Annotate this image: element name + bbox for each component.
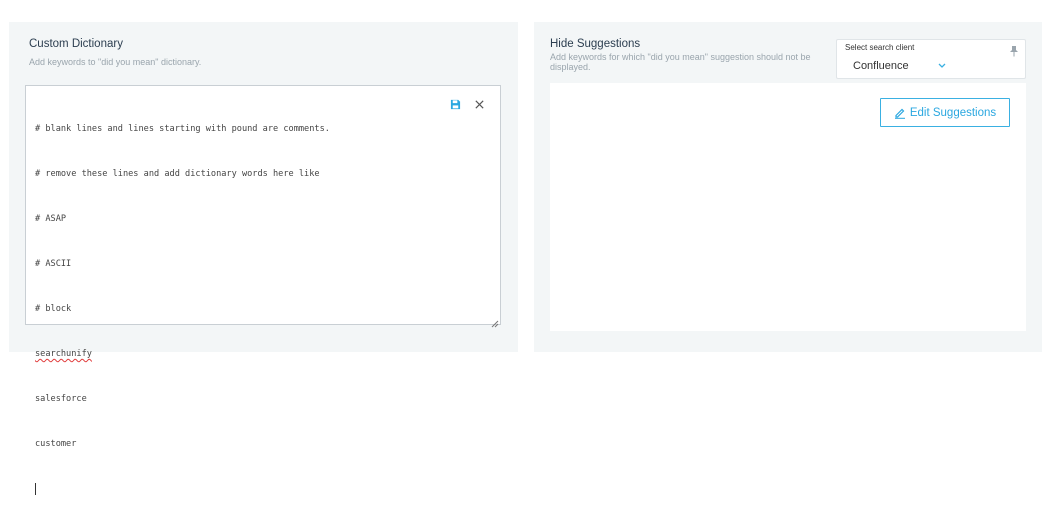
editor-actions — [450, 99, 486, 111]
editor-line: # remove these lines and add dictionary … — [35, 169, 320, 179]
hide-suggestions-description: Add keywords for which "did you mean" su… — [550, 52, 811, 72]
suggestions-content: Edit Suggestions — [550, 83, 1026, 331]
edit-suggestions-label: Edit Suggestions — [909, 106, 997, 119]
pencil-icon — [894, 107, 906, 119]
save-icon[interactable] — [450, 99, 462, 111]
editor-line: customer — [35, 439, 77, 449]
text-caret — [35, 482, 36, 495]
search-client-label: Select search client — [845, 43, 915, 52]
search-client-value: Confluence — [853, 60, 909, 72]
custom-dictionary-panel: Custom Dictionary Add keywords to "did y… — [9, 22, 518, 495]
hide-suggestions-panel: Hide Suggestions Add keywords for which … — [534, 22, 1042, 352]
search-client-selector[interactable]: Select search client Confluence — [836, 39, 1026, 79]
close-icon[interactable] — [474, 99, 486, 111]
custom-dictionary-description: Add keywords to "did you mean" dictionar… — [29, 57, 202, 67]
search-client-dropdown[interactable]: Confluence — [853, 60, 947, 72]
chevron-down-icon — [937, 62, 947, 70]
editor-line: # blank lines and lines starting with po… — [35, 124, 330, 134]
resize-handle[interactable] — [491, 315, 499, 328]
editor-line: salesforce — [35, 394, 87, 404]
custom-dictionary-title: Custom Dictionary — [29, 38, 123, 50]
editor-line: # block — [35, 304, 72, 314]
editor-line-misspelled: searchunify — [35, 349, 92, 359]
hide-suggestions-title: Hide Suggestions — [550, 38, 641, 50]
pin-icon[interactable] — [1009, 44, 1019, 57]
dictionary-editor-text[interactable]: # blank lines and lines starting with po… — [35, 92, 330, 527]
edit-suggestions-button[interactable]: Edit Suggestions — [880, 98, 1010, 127]
editor-line: # ASAP — [35, 214, 67, 224]
dictionary-editor[interactable]: # blank lines and lines starting with po… — [25, 85, 501, 495]
editor-line: # ASCII — [35, 259, 72, 269]
